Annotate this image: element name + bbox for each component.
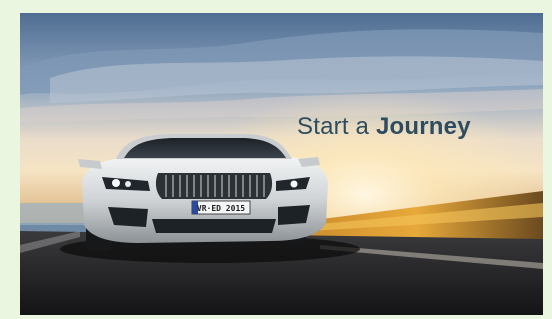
headline-prefix: Start a (297, 113, 370, 140)
page-frame: VR·ED 2015 Start a Journey (0, 0, 552, 319)
hero-headline: Start a Journey (297, 113, 471, 141)
license-plate-text: VR·ED 2015 (197, 204, 245, 213)
hero-image: VR·ED 2015 (20, 13, 543, 315)
headline-emphasis: Journey (375, 113, 471, 140)
hero-banner: VR·ED 2015 Start a Journey (20, 13, 543, 315)
